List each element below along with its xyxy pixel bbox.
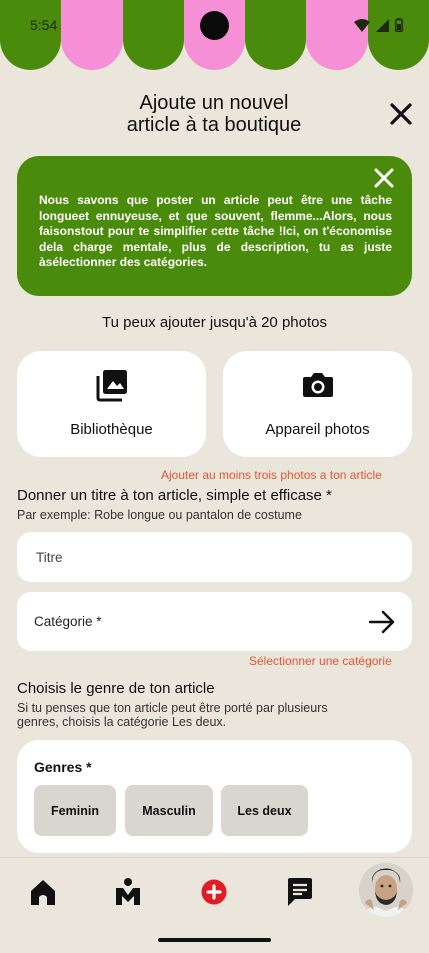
info-banner: Nous savons que poster un article peut ê… [17,156,412,296]
genres-card: Genres * Feminin Masculin Les deux [17,740,412,853]
title-heading: Donner un titre à ton article, simple et… [17,487,332,504]
close-icon[interactable] [388,101,414,127]
page-title-line: Ajoute un nouvel [139,92,289,114]
banner-text: Nous savons que poster un article peut ê… [39,193,392,269]
nav-messages[interactable] [280,872,320,912]
home-icon [31,880,55,905]
add-icon [201,879,227,905]
category-label: Catégorie * [34,614,102,629]
profile-avatar[interactable] [359,863,413,917]
page-title-line: article à ta boutique [126,114,302,136]
genres-label: Genres * [34,759,92,775]
close-icon[interactable] [372,166,396,190]
status-time: 5:54 [30,17,58,33]
signal-icon [376,18,389,32]
photos-warning: Ajouter au moins trois photos a ton arti… [161,468,382,482]
nav-shop[interactable] [108,872,148,912]
library-button[interactable]: Bibliothèque [17,351,206,457]
camera-button[interactable]: Appareil photos [223,351,412,457]
genre-chip-masculin[interactable]: Masculin [125,785,213,836]
photo-limit-text: Tu peux ajouter jusqu'à 20 photos [102,314,327,331]
title-field[interactable]: Titre [17,532,412,582]
gender-hint-line: genres, choisis la catégorie Les deux. [17,715,227,729]
category-select[interactable]: Catégorie * [17,592,412,651]
avatar-image [359,863,413,917]
gender-hint-line: Si tu penses que ton article peut être p… [17,701,328,715]
brand-logo-icon [116,878,140,905]
arrow-right-icon [368,610,395,633]
page-title: Ajoute un nouvel article à ta boutique [64,92,364,136]
title-example: Par exemple: Robe longue ou pantalon de … [17,508,302,522]
gender-hint: Si tu penses que ton article peut être p… [17,701,328,729]
library-label: Bibliothèque [70,421,153,438]
messages-icon [288,878,312,906]
battery-icon [395,18,403,32]
camera-icon [302,373,333,397]
status-icons [354,18,403,32]
title-placeholder: Titre [36,549,63,565]
nav-home[interactable] [23,872,63,912]
camera-cutout [200,11,229,40]
photo-library-icon [96,370,127,402]
genre-chip-feminin[interactable]: Feminin [34,785,116,836]
wifi-icon [354,18,370,32]
genre-chip-les-deux[interactable]: Les deux [221,785,308,836]
nav-add[interactable] [194,872,234,912]
category-warning: Sélectionner une catégorie [249,654,392,668]
camera-label: Appareil photos [265,421,370,438]
gender-heading: Choisis le genre de ton article [17,680,215,697]
home-indicator [158,938,271,942]
